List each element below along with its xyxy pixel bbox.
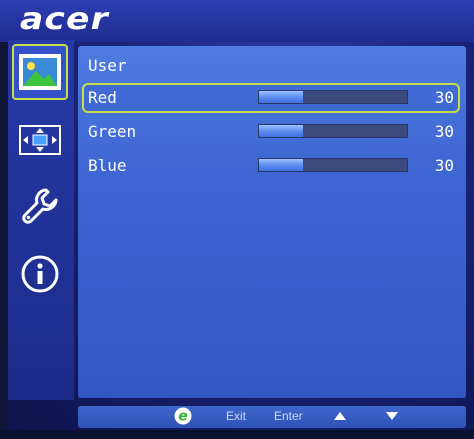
osd-sidebar xyxy=(8,40,74,400)
slider-row-green[interactable]: Green 30 xyxy=(82,117,460,147)
row-value: 30 xyxy=(434,88,454,107)
row-label: Red xyxy=(88,88,117,107)
slider-row-red[interactable]: Red 30 xyxy=(82,83,460,113)
position-arrows-icon xyxy=(19,125,61,155)
row-value: 30 xyxy=(434,122,454,141)
blue-level-bar[interactable] xyxy=(258,158,408,172)
tab-settings[interactable] xyxy=(12,178,68,234)
red-level-bar[interactable] xyxy=(258,90,408,104)
row-value: 30 xyxy=(434,156,454,175)
bar-fill xyxy=(259,91,304,103)
row-label: Green xyxy=(88,122,137,141)
row-label: Blue xyxy=(88,156,127,175)
exit-hint[interactable]: Exit xyxy=(226,409,246,423)
tab-position[interactable] xyxy=(12,112,68,168)
down-arrow-icon[interactable] xyxy=(386,412,398,420)
enter-hint[interactable]: Enter xyxy=(274,409,303,423)
picture-icon xyxy=(19,54,61,90)
screen-bottom-edge xyxy=(0,430,474,439)
acer-logo: acer xyxy=(20,2,109,37)
wrench-icon xyxy=(22,188,58,224)
panel-title: User xyxy=(88,56,127,75)
key-hint-bar: e Exit Enter xyxy=(78,406,466,428)
bar-fill xyxy=(259,159,304,171)
e-key-icon[interactable]: e xyxy=(174,407,192,425)
header-band: acer xyxy=(0,0,474,42)
up-arrow-icon[interactable] xyxy=(334,412,346,420)
svg-text:e: e xyxy=(178,409,188,425)
slider-row-blue[interactable]: Blue 30 xyxy=(82,151,460,181)
tab-information[interactable] xyxy=(12,246,68,302)
screen-edge xyxy=(0,0,8,439)
tab-picture[interactable] xyxy=(12,44,68,100)
monitor-osd: acer User Red 30 Green 30 Blue 30 e Exit… xyxy=(0,0,474,439)
info-icon xyxy=(21,255,59,293)
green-level-bar[interactable] xyxy=(258,124,408,138)
color-settings-panel: User Red 30 Green 30 Blue 30 xyxy=(78,46,466,398)
bar-fill xyxy=(259,125,304,137)
